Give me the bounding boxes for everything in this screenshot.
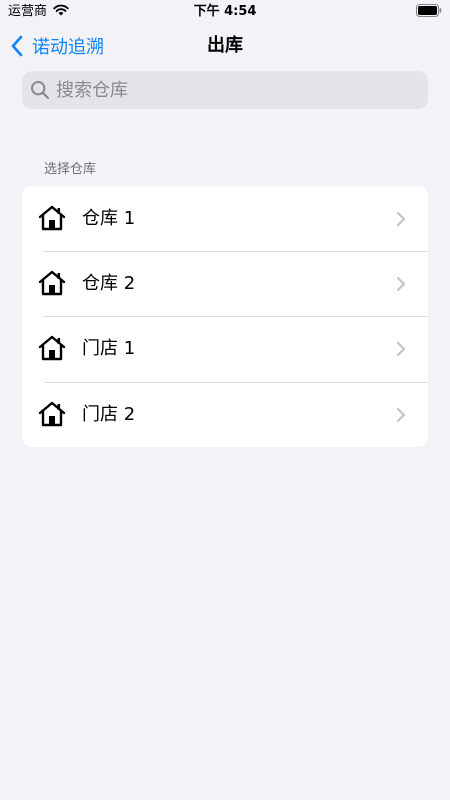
section-header: 选择仓库 bbox=[44, 162, 97, 177]
list-item-label: 门店 2 bbox=[82, 403, 136, 425]
chevron-right-icon bbox=[396, 276, 406, 291]
house-icon bbox=[38, 205, 66, 231]
list-item-warehouse-2[interactable]: 仓库 2 bbox=[22, 251, 428, 316]
screen: 运营商 下午 4:54 诺动追溯 出库 选择仓库 bbox=[0, 0, 450, 800]
status-time: 下午 4:54 bbox=[193, 4, 257, 19]
list-item-warehouse-1[interactable]: 仓库 1 bbox=[22, 186, 428, 251]
search-input[interactable] bbox=[56, 79, 416, 101]
list-item-store-2[interactable]: 门店 2 bbox=[22, 382, 428, 447]
house-icon bbox=[38, 270, 66, 296]
list-item-label: 门店 1 bbox=[82, 338, 136, 359]
house-icon bbox=[38, 335, 66, 361]
search-bar[interactable] bbox=[22, 71, 428, 109]
list-item-label: 仓库 2 bbox=[82, 272, 136, 294]
list-item-label: 仓库 1 bbox=[82, 207, 136, 229]
status-bar: 运营商 下午 4:54 bbox=[0, 0, 450, 24]
list-item-store-1[interactable]: 门店 1 bbox=[22, 316, 428, 382]
battery-icon bbox=[416, 4, 442, 17]
chevron-right-icon bbox=[396, 341, 406, 357]
search-icon bbox=[31, 81, 50, 100]
chevron-right-icon bbox=[396, 211, 406, 226]
page-title: 出库 bbox=[207, 35, 243, 56]
navigation-bar: 诺动追溯 出库 bbox=[0, 24, 450, 68]
chevron-right-icon bbox=[396, 407, 406, 422]
house-icon bbox=[38, 401, 66, 427]
warehouse-list: 仓库 1 仓库 2 门店 1 门店 2 bbox=[22, 186, 428, 447]
